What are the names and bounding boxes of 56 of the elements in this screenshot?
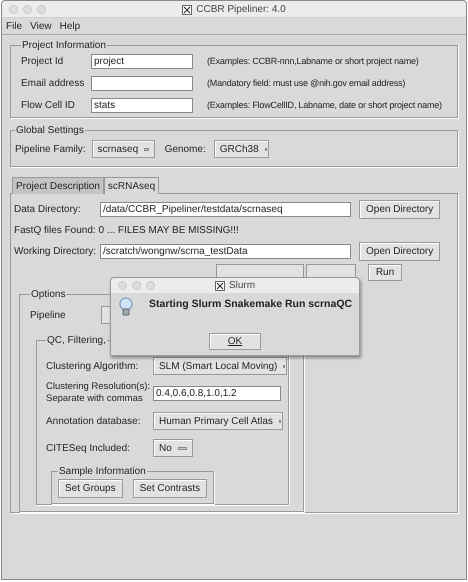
dropdown[interactable]: No	[153, 439, 193, 457]
field-label: Data Directory:	[14, 203, 82, 217]
dropdown[interactable]: GRCh38	[214, 140, 269, 158]
tab[interactable]: scRNAseq	[104, 177, 160, 194]
run-button[interactable]: Run	[368, 264, 402, 281]
group-title: Sample Information	[58, 465, 147, 479]
text-field[interactable]: /data/CCBR_Pipeliner/testdata/scrnaseq	[100, 202, 351, 217]
dialog-message: Starting Slurm Snakemake Run scrnaQC	[149, 297, 352, 312]
menu-item[interactable]: View	[30, 18, 52, 34]
minimize-icon[interactable]	[23, 4, 32, 14]
hint-text: (Mandatory field: must use @nih.gov email address)	[207, 76, 406, 90]
field-label: Genome:	[164, 142, 206, 156]
hint-text: (Examples: FlowCellID, Labname, date or short project name)	[207, 98, 442, 112]
field-label: Pipeline Family:	[15, 142, 86, 156]
minimize-icon[interactable]	[132, 281, 141, 290]
field-label: Working Directory:	[14, 245, 98, 259]
group-title: QC, Filtering,	[46, 334, 107, 348]
hint-text: (Examples: CCBR-nnn,Labname or short project name)	[207, 54, 419, 68]
open-directory-button[interactable]: Open Directory	[359, 200, 440, 219]
field-label: Separate with commas	[46, 393, 144, 405]
x-logo-icon	[214, 280, 225, 290]
maximize-icon[interactable]	[37, 4, 46, 14]
status-text: FastQ files Found: 0 ... FILES MAY BE MISSING!!!	[14, 224, 239, 238]
tab[interactable]: Project Description	[12, 177, 104, 194]
menu-item[interactable]: Help	[60, 18, 80, 34]
dropdown[interactable]: Human Primary Cell Atlas	[153, 412, 283, 430]
field-label: Clustering Algorithm:	[46, 360, 140, 374]
maximize-icon[interactable]	[146, 281, 155, 290]
dropdown[interactable]: SLM (Smart Local Moving)	[153, 357, 287, 375]
close-icon[interactable]	[9, 4, 18, 14]
text-field[interactable]: stats	[91, 98, 193, 113]
group-title: Project Information	[21, 39, 107, 53]
field-label: CITESeq Included:	[46, 442, 131, 456]
field-label: Annotation database:	[46, 414, 142, 428]
text-field[interactable]: project	[91, 54, 193, 69]
text-field[interactable]	[91, 76, 193, 91]
close-icon[interactable]	[118, 281, 127, 290]
group-title: Options	[30, 288, 66, 302]
button[interactable]: Set Contrasts	[132, 479, 208, 498]
field-label: Project Id	[21, 55, 64, 69]
field-label: Pipeline	[30, 308, 67, 322]
field-label: Clustering Resolution(s):	[46, 381, 152, 393]
dialog-title: Slurm	[228, 279, 256, 293]
open-directory-button[interactable]: Open Directory	[359, 242, 440, 261]
window-title: CCBR Pipeliner: 4.0	[196, 3, 286, 17]
group-title: Global Settings	[15, 124, 85, 138]
button[interactable]: Set Groups	[58, 479, 123, 498]
text-field[interactable]: /scratch/wongnw/scrna_testData	[100, 244, 351, 259]
lightbulb-icon	[119, 297, 133, 317]
field-label: Flow Cell ID	[21, 99, 76, 113]
menu-item[interactable]: File	[6, 18, 22, 34]
dropdown[interactable]: scrnaseq	[92, 140, 155, 158]
ok-button[interactable]: OK	[209, 333, 261, 350]
x-logo-icon	[182, 4, 192, 14]
text-field[interactable]: 0.4,0.6,0.8,1.0,1.2	[153, 386, 281, 400]
field-label: Email address	[21, 77, 86, 91]
